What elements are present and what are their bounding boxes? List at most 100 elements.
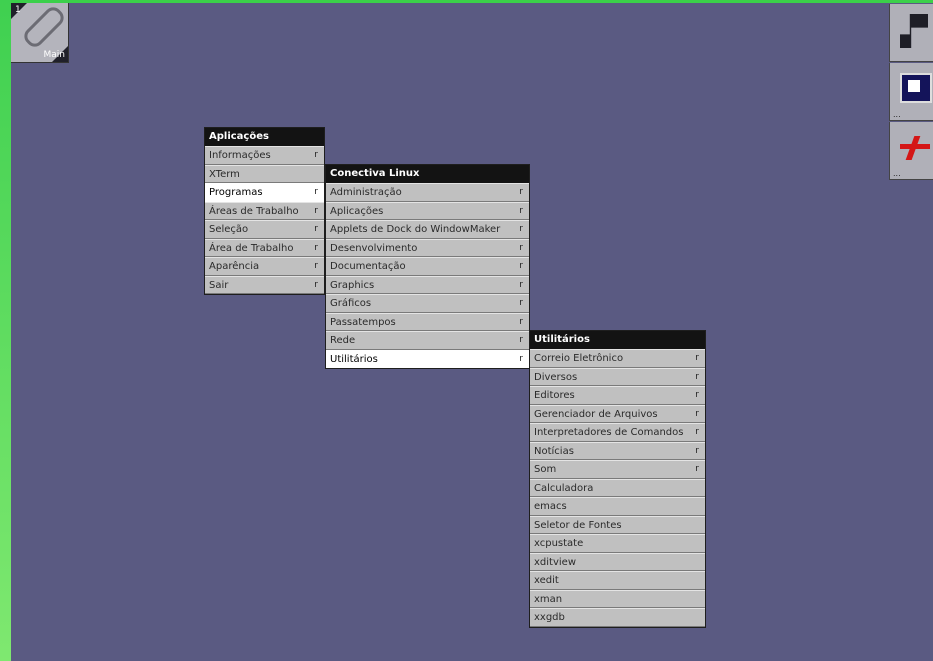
menu-item-label: Rede	[330, 335, 356, 346]
menu-item[interactable]: Diversos r	[530, 367, 705, 386]
screen-frame-top	[0, 0, 933, 3]
menu-item-label: Interpretadores de Comandos	[534, 427, 684, 438]
submenu-arrow-icon: r	[519, 261, 523, 271]
workspace-clip[interactable]: 1 Main	[11, 3, 69, 63]
submenu-arrow-icon: r	[519, 187, 523, 197]
menu-item-label: xcpustate	[534, 538, 584, 549]
menu-item-label: Administração	[330, 187, 402, 198]
submenu-arrow-icon: r	[519, 279, 523, 290]
submenu-arrow-icon: r	[519, 224, 523, 234]
menu-item-label: Aparência	[209, 261, 260, 272]
submenu-arrow-icon: r	[314, 279, 318, 290]
menu-item[interactable]: Notícias r	[530, 441, 705, 460]
menu-item[interactable]: Seleção r	[205, 220, 324, 239]
menu-item-label: Gráficos	[330, 298, 372, 309]
red-logo-app-icon	[900, 132, 930, 166]
dock-app-2[interactable]: ...	[889, 63, 933, 121]
menu-title[interactable]: Utilitários	[530, 331, 705, 349]
menu-item[interactable]: Aplicações r	[326, 201, 529, 220]
submenu-arrow-icon: r	[314, 224, 318, 234]
submenu-arrow-icon: r	[314, 187, 318, 197]
menu-item-label: Gerenciador de Arquivos	[534, 408, 658, 420]
menu-item[interactable]: Interpretadores de Comandos r	[530, 423, 705, 442]
menu-item-label: Applets de Dock do WindowMaker	[330, 224, 501, 235]
submenu-arrow-icon: r	[519, 242, 523, 253]
menu-title[interactable]: Conectiva Linux	[326, 165, 529, 183]
dock-app-label: ...	[893, 110, 901, 119]
menu-item-label: Programas	[209, 187, 263, 198]
submenu-arrow-icon: r	[695, 371, 699, 382]
menu-item[interactable]: XTerm	[205, 164, 324, 183]
menu-item-label: Editores	[534, 390, 575, 401]
menu-item[interactable]: Sair r	[205, 275, 324, 294]
menu-item-label: Área de Trabalho	[209, 242, 294, 254]
menu-item[interactable]: Editores r	[530, 386, 705, 405]
menu-item[interactable]: Graphics r	[326, 275, 529, 294]
menu-item[interactable]: xcpustate	[530, 534, 705, 553]
menu-item-label: Correio Eletrônico	[534, 353, 624, 364]
dock-app-label: ...	[893, 169, 901, 178]
menu-item[interactable]: emacs	[530, 497, 705, 516]
submenu-arrow-icon: r	[314, 150, 318, 160]
menu-item[interactable]: xedit	[530, 571, 705, 590]
menu-utilitarios: Utilitários Correio Eletrônico r Diversos r…	[529, 330, 706, 628]
submenu-arrow-icon: r	[695, 464, 699, 474]
submenu-arrow-icon: r	[695, 353, 699, 363]
workspace-name: Main	[43, 50, 66, 60]
menu-item-label: Desenvolvimento	[330, 242, 418, 254]
menu-item[interactable]: Correio Eletrônico r	[530, 349, 705, 368]
menu-item-label: Seleção	[209, 224, 249, 235]
menu-item-label: Utilitários	[330, 353, 378, 365]
dock-app-1[interactable]	[889, 4, 933, 62]
menu-item[interactable]: Gráficos r	[326, 294, 529, 313]
menu-item[interactable]: Passatempos r	[326, 312, 529, 331]
workspace-number: 1	[15, 5, 21, 15]
menu-item-label: emacs	[534, 501, 567, 512]
menu-item-label: xxgdb	[534, 612, 565, 623]
menu-item[interactable]: Área de Trabalho r	[205, 238, 324, 257]
menu-item[interactable]: Calculadora	[530, 478, 705, 497]
menu-title[interactable]: Aplicações	[205, 128, 324, 146]
menu-item-label: xman	[534, 593, 563, 605]
menu-item[interactable]: Informações r	[205, 146, 324, 165]
terminal-app-icon	[900, 14, 928, 48]
menu-item[interactable]: xxgdb	[530, 608, 705, 627]
menu-item-label: Aplicações	[330, 205, 384, 217]
dock-app-3[interactable]: ...	[889, 122, 933, 180]
menu-item[interactable]: Aparência r	[205, 257, 324, 276]
menu-item[interactable]: Áreas de Trabalho r	[205, 201, 324, 220]
menu-item-label: Graphics	[330, 279, 375, 291]
monitor-app-icon	[900, 73, 932, 103]
menu-item-label: xditview	[534, 556, 576, 568]
menu-item[interactable]: Utilitários r	[326, 349, 529, 368]
menu-item[interactable]: xman	[530, 589, 705, 608]
menu-item[interactable]: Rede r	[326, 331, 529, 350]
submenu-arrow-icon: r	[695, 408, 699, 419]
menu-item[interactable]: Gerenciador de Arquivos r	[530, 404, 705, 423]
menu-item[interactable]: Som r	[530, 460, 705, 479]
submenu-arrow-icon: r	[519, 335, 523, 345]
menu-item-label: xedit	[534, 575, 559, 586]
menu-item[interactable]: Programas r	[205, 183, 324, 202]
menu-item-label: Documentação	[330, 261, 406, 272]
menu-item[interactable]: Applets de Dock do WindowMaker r	[326, 220, 529, 239]
menu-item-label: Calculadora	[534, 482, 594, 494]
menu-item[interactable]: Desenvolvimento r	[326, 238, 529, 257]
menu-item-label: Passatempos	[330, 316, 396, 328]
menu-item-label: Sair	[209, 279, 229, 291]
menu-item-label: Informações	[209, 150, 271, 161]
submenu-arrow-icon: r	[314, 261, 318, 271]
submenu-arrow-icon: r	[519, 205, 523, 216]
submenu-arrow-icon: r	[314, 205, 318, 216]
menu-item[interactable]: Seletor de Fontes	[530, 515, 705, 534]
submenu-arrow-icon: r	[695, 390, 699, 400]
menu-item-label: Seletor de Fontes	[534, 519, 622, 531]
menu-item[interactable]: Documentação r	[326, 257, 529, 276]
submenu-arrow-icon: r	[695, 427, 699, 437]
menu-item[interactable]: Administração r	[326, 183, 529, 202]
submenu-arrow-icon: r	[314, 242, 318, 253]
menu-aplicacoes: Aplicações Informações r XTerm Programas r Ár…	[204, 127, 325, 295]
submenu-arrow-icon: r	[695, 445, 699, 456]
menu-item[interactable]: xditview	[530, 552, 705, 571]
screen-frame-left	[0, 0, 11, 661]
